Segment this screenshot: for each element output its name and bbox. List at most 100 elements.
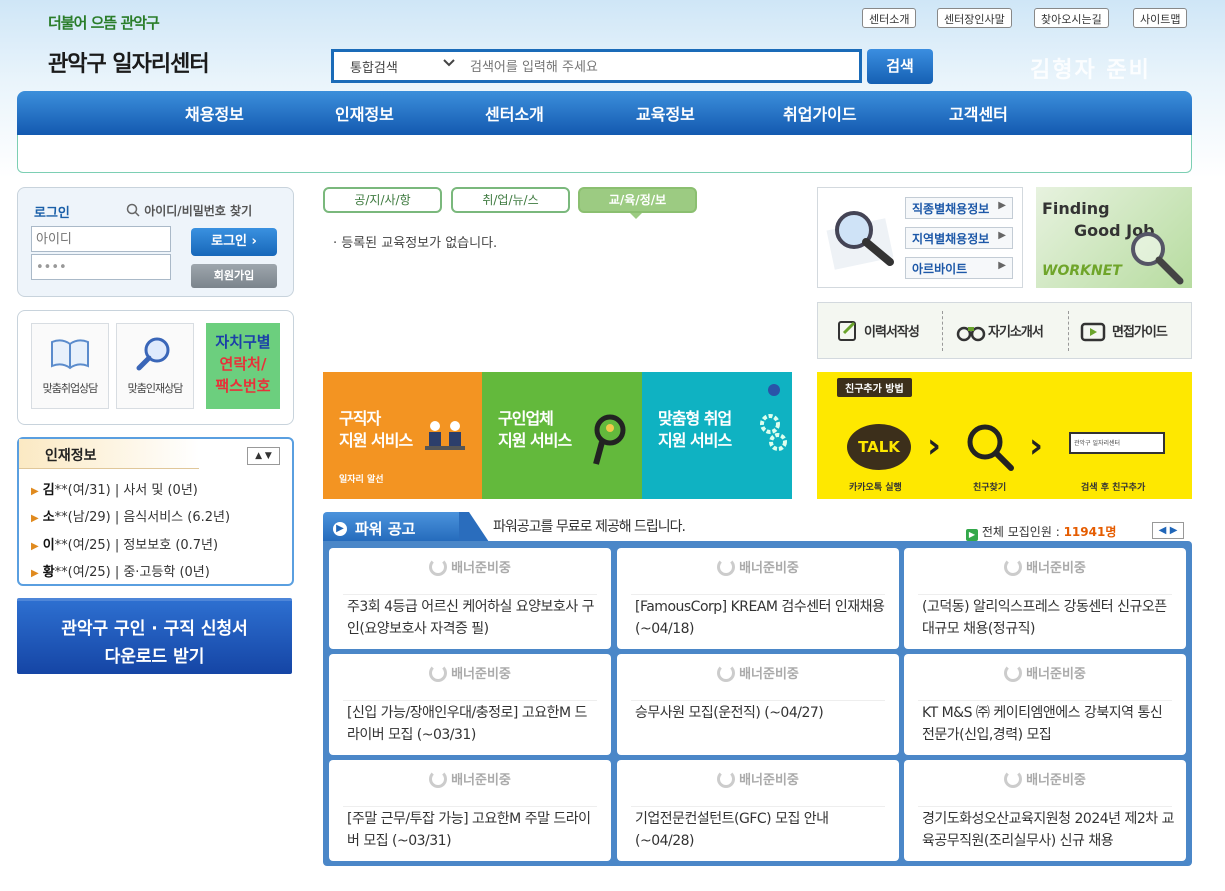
notice-card[interactable]: 배너준비중 주3회 4등급 어르신 케어하실 요양보호사 구인(요양보호사 자격… <box>329 548 611 649</box>
banner-text: 배너준비중 <box>451 561 511 576</box>
loading-icon <box>717 558 736 576</box>
nav-item-education[interactable]: 교육정보 <box>636 101 695 125</box>
talent-name: 소 <box>42 510 55 525</box>
service-employer[interactable]: 구인업체 지원 서비스 <box>482 372 642 499</box>
tab-education[interactable]: 교/육/정/보 <box>578 187 697 213</box>
search-button[interactable]: 검색 <box>867 49 933 84</box>
service-line-1: 구직자 <box>339 409 381 428</box>
notice-card[interactable]: 배너준비중 KT M&S ㈜ 케이티엠앤에스 강북지역 통신전문가(신입,경력)… <box>904 654 1186 755</box>
worknet-line-1: Finding <box>1042 199 1110 218</box>
talent-detail: **(여/31) | 사서 및 (0년) <box>54 483 198 498</box>
talent-scroll-arrows[interactable]: ▲ ▼ <box>247 447 280 465</box>
login-button[interactable]: 로그인 › <box>191 228 277 256</box>
join-button[interactable]: 회원가입 <box>191 264 277 288</box>
util-link-greeting[interactable]: 센터장인사말 <box>937 8 1012 28</box>
notice-card[interactable]: 배너준비중 [주말 근무/투잡 가능] 고요한M 주말 드라이버 모집 (~03… <box>329 760 611 861</box>
quick-contact-button[interactable]: 자치구별 연락처/ 팩스번호 <box>206 323 280 409</box>
search-input[interactable] <box>470 56 850 78</box>
notice-card[interactable]: 배너준비중 경기도화성오산교육지원청 2024년 제2차 교육공무직원(조리실무… <box>904 760 1186 861</box>
job-link-by-occupation[interactable]: 직종별채용정보 ▶ <box>905 197 1013 219</box>
divider <box>343 700 597 701</box>
nav-item-support[interactable]: 고객센터 <box>949 101 1008 125</box>
tab-notice[interactable]: 공/지/사/항 <box>323 187 442 213</box>
find-account-link[interactable]: 아이디/비밀번호 찾기 <box>126 202 252 219</box>
magnifier-icon <box>826 211 894 270</box>
talent-row[interactable]: ▶ 황**(여/25) | 중·고등학 (0년) <box>31 561 210 580</box>
util-link-sitemap[interactable]: 사이트맵 <box>1133 8 1188 28</box>
login-title: 로그인 <box>34 206 70 221</box>
notice-card[interactable]: 배너준비중 승무사원 모집(운전직) (~04/27) <box>617 654 899 755</box>
divider <box>631 700 885 701</box>
talent-row[interactable]: ▶ 김**(여/31) | 사서 및 (0년) <box>31 479 198 498</box>
gear-icon <box>760 414 787 451</box>
notice-title: [신입 가능/장애인우대/충정로] 고요한M 드라이버 모집 (~03/31) <box>347 705 587 743</box>
contact-line-3: 팩스번호 <box>215 377 271 395</box>
divider <box>1068 311 1069 351</box>
notice-card[interactable]: 배너준비중 [FamousCorp] KREAM 검수센터 인재채용 (~04/… <box>617 548 899 649</box>
talent-row[interactable]: ▶ 이**(여/25) | 정보보호 (0.7년) <box>31 534 218 553</box>
tab-job-news[interactable]: 취/업/뉴/스 <box>451 187 570 213</box>
magnifier-icon <box>967 424 1014 471</box>
password-input[interactable] <box>31 254 171 280</box>
sub-nav-area <box>17 135 1192 173</box>
nav-item-center[interactable]: 센터소개 <box>485 101 544 125</box>
power-title: 파워 공고 <box>355 520 416 538</box>
nav-item-jobs[interactable]: 채용정보 <box>185 101 244 125</box>
service-jobseeker[interactable]: 구직자 지원 서비스 일자리 알선 <box>323 372 482 499</box>
notice-title: (고덕동) 알리익스프레스 강동센터 신규오픈 대규모 채용(정규직) <box>922 599 1167 637</box>
id-input[interactable] <box>31 226 171 252</box>
kakao-banner[interactable]: 친구추가 방법 TALK › › 관악구 일자리센터 카카오톡 실행 친구찾기 … <box>817 372 1192 499</box>
service-line-2: 지원 서비스 <box>658 431 732 450</box>
divider <box>918 806 1172 807</box>
guide-resume[interactable]: 이력서작성 <box>864 321 920 340</box>
book-icon <box>48 334 92 374</box>
search-category-select[interactable]: 통합검색 <box>350 57 398 76</box>
notice-card[interactable]: 배너준비중 [신입 가능/장애인우대/충정로] 고요한M 드라이버 모집 (~0… <box>329 654 611 755</box>
divider <box>343 594 597 595</box>
power-notice-area: 배너준비중 주3회 4등급 어르신 케어하실 요양보호사 구인(요양보호사 자격… <box>323 541 1192 866</box>
service-line-1: 구인업체 <box>498 409 554 428</box>
download-line-1: 관악구 구인 · 구직 신청서 <box>61 619 248 639</box>
worknet-banner[interactable]: Finding Good Job WORKNET <box>1036 187 1192 288</box>
job-link-parttime[interactable]: 아르바이트 ▶ <box>905 257 1013 279</box>
arrow-right-icon: ▶ <box>31 568 39 579</box>
quick-job-consult[interactable]: 맞춤취업상담 <box>31 323 109 409</box>
campaign-banner-text: 김형자 준비 <box>1030 58 1151 83</box>
arrow-right-icon: ▶ <box>333 522 347 536</box>
banner-placeholder: 배너준비중 <box>329 654 611 700</box>
kakao-search-text: 관악구 일자리센터 <box>1074 440 1121 447</box>
notice-card[interactable]: 배너준비중 (고덕동) 알리익스프레스 강동센터 신규오픈 대규모 채용(정규직… <box>904 548 1186 649</box>
service-custom[interactable]: 맞춤형 취업 지원 서비스 <box>642 372 792 499</box>
banner-text: 배너준비중 <box>739 561 799 576</box>
guide-interview[interactable]: 면접가이드 <box>1112 321 1168 340</box>
carousel-dot[interactable] <box>768 384 780 396</box>
nav-item-guide[interactable]: 취업가이드 <box>783 101 857 125</box>
arrow-right-icon: › <box>927 426 942 466</box>
util-link-directions[interactable]: 찾아오시는길 <box>1034 8 1109 28</box>
notice-title: 승무사원 모집(운전직) (~04/27) <box>635 705 824 721</box>
talent-detail: **(여/25) | 정보보호 (0.7년) <box>54 538 219 553</box>
notice-title: 경기도화성오산교육지원청 2024년 제2차 교육공무직원(조리실무사) 신규 … <box>922 811 1174 849</box>
quick-talent-consult[interactable]: 맞춤인재상담 <box>116 323 194 409</box>
power-pager-arrows[interactable]: ◀ ▶ <box>1152 522 1184 539</box>
loading-icon <box>1004 770 1023 788</box>
notice-title: 기업전문컨설턴트(GFC) 모집 안내 (~04/28) <box>635 811 829 849</box>
guide-cover-letter[interactable]: 자기소개서 <box>988 321 1044 340</box>
job-link-by-region[interactable]: 지역별채용정보 ▶ <box>905 227 1013 249</box>
site-title[interactable]: 관악구 일자리센터 <box>48 46 210 78</box>
util-link-center-intro[interactable]: 센터소개 <box>862 8 917 28</box>
service-sub: 일자리 알선 <box>339 475 384 485</box>
notice-card[interactable]: 배너준비중 기업전문컨설턴트(GFC) 모집 안내 (~04/28) <box>617 760 899 861</box>
nav-item-talent[interactable]: 인재정보 <box>335 101 394 125</box>
banner-text: 배너준비중 <box>1026 561 1086 576</box>
talent-row[interactable]: ▶ 소**(남/29) | 음식서비스 (6.2년) <box>31 506 230 525</box>
arrow-right-icon: ▶ <box>31 541 39 552</box>
banner-text: 배너준비중 <box>1026 773 1086 788</box>
form-download-banner[interactable]: 관악구 구인 · 구직 신청서 다운로드 받기 <box>17 598 292 674</box>
chevron-down-icon[interactable] <box>442 56 456 73</box>
banner-text: 배너준비중 <box>739 773 799 788</box>
arrow-right-icon: › <box>1029 426 1044 466</box>
contact-line-2: 연락처/ <box>219 355 267 373</box>
talent-detail: **(여/25) | 중·고등학 (0년) <box>54 565 210 580</box>
contact-line-1: 자치구별 <box>215 333 271 351</box>
